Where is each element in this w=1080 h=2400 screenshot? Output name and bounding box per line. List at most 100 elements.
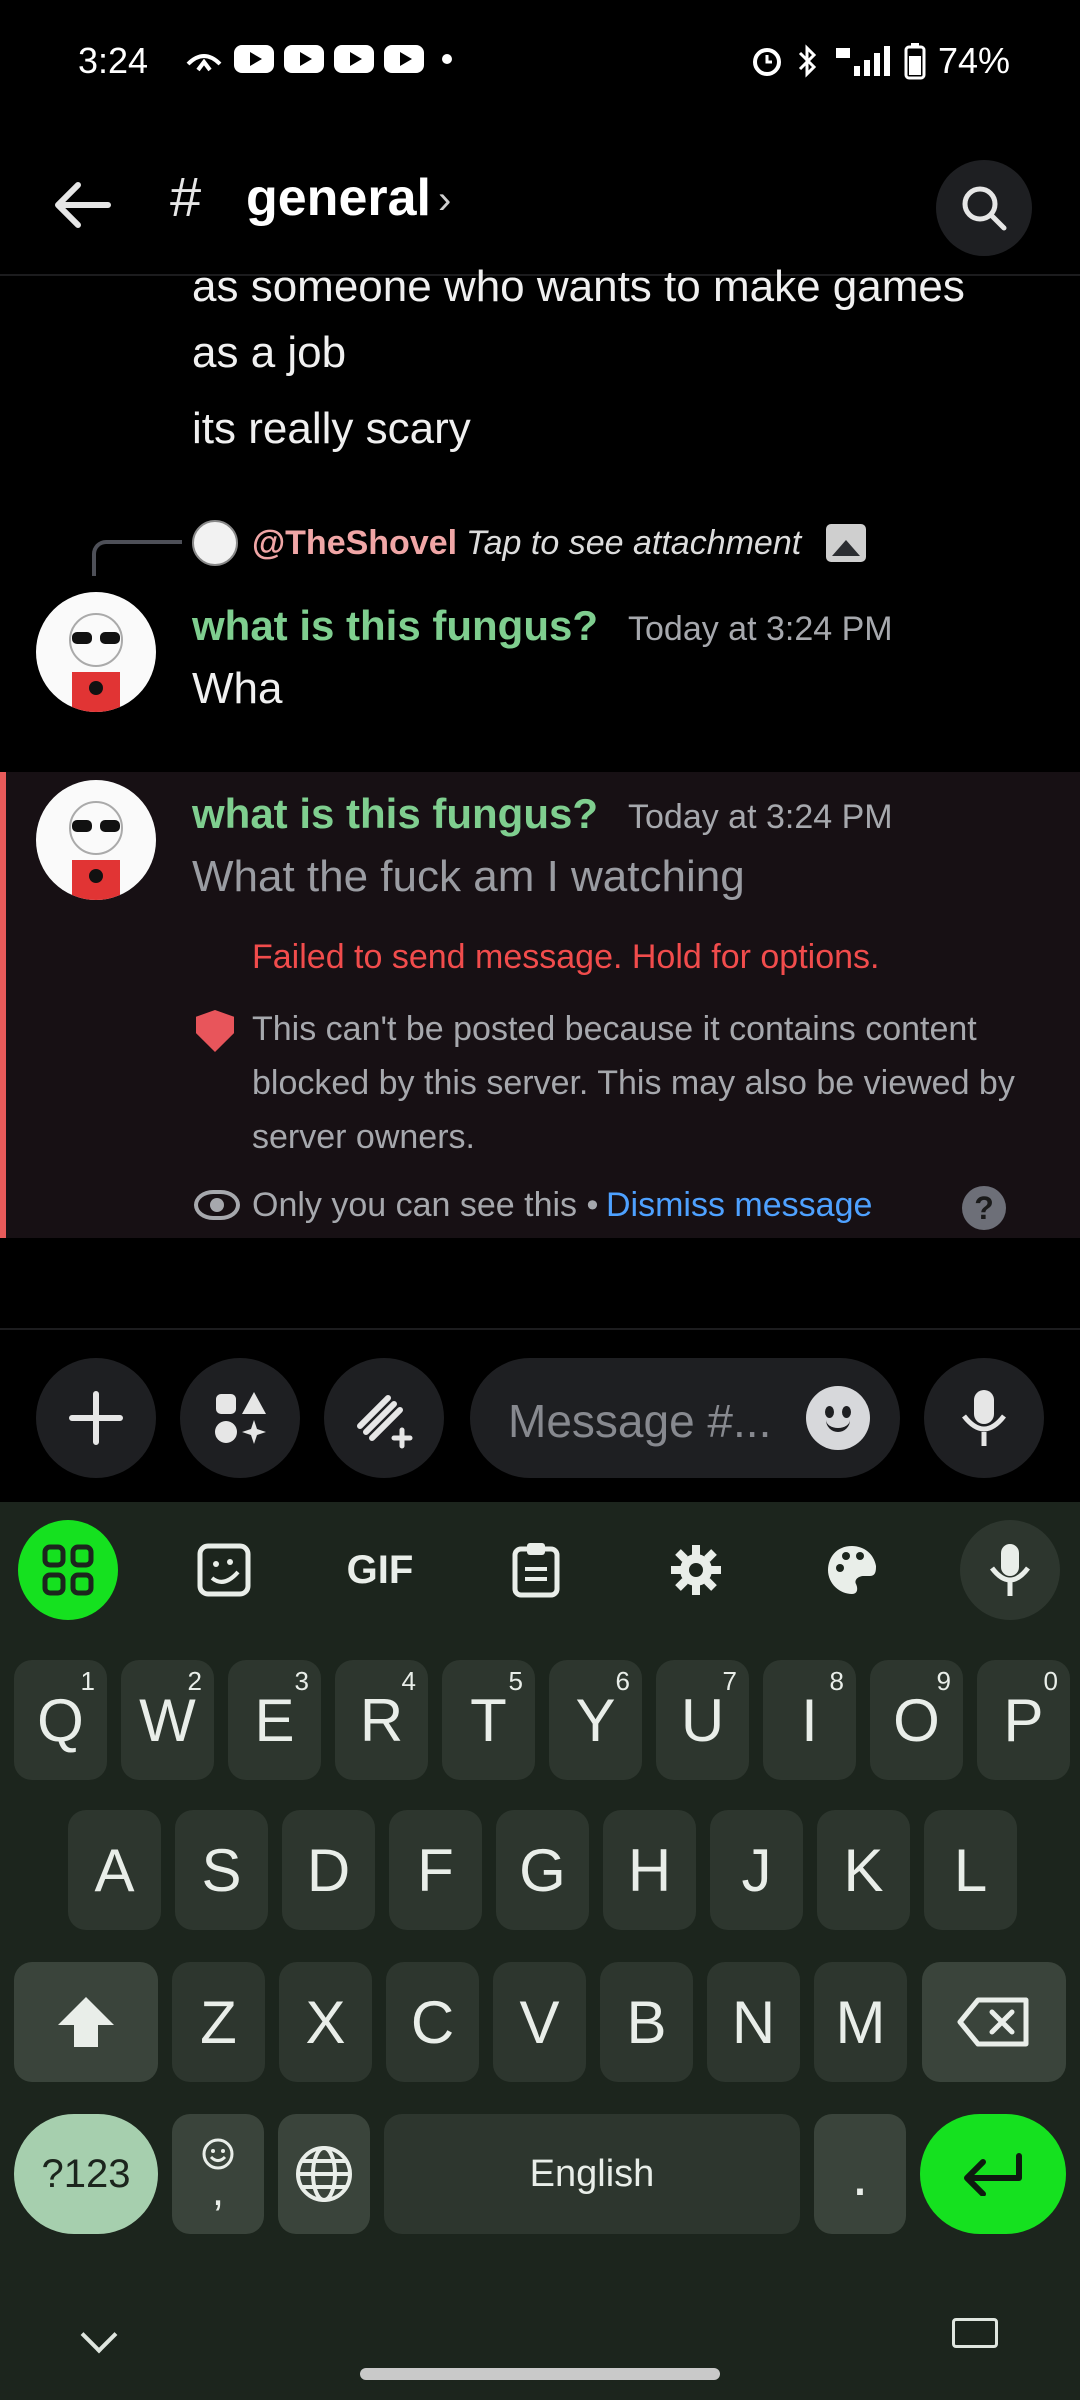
failed-send-text[interactable]: Failed to send message. Hold for options…	[252, 938, 879, 977]
space-key[interactable]: English	[384, 2114, 800, 2234]
comma-label: ,	[211, 2166, 225, 2215]
backspace-key[interactable]	[922, 1962, 1066, 2082]
key-b[interactable]: B	[600, 1962, 693, 2082]
keyboard: G I F	[0, 1502, 1080, 2400]
globe-icon	[296, 2146, 352, 2202]
key-label: Q	[37, 1686, 84, 1754]
key-h[interactable]: H	[603, 1810, 696, 1930]
reply-avatar	[192, 520, 238, 566]
grid-icon	[42, 1544, 94, 1596]
key-label: F	[417, 1836, 454, 1904]
key-s[interactable]: S	[175, 1810, 268, 1930]
clipboard-button[interactable]	[486, 1520, 586, 1620]
key-a[interactable]: A	[68, 1810, 161, 1930]
key-label: M	[835, 1988, 886, 2056]
sticker-button[interactable]	[174, 1520, 274, 1620]
key-f[interactable]: F	[389, 1810, 482, 1930]
palette-icon	[828, 1546, 876, 1594]
reply-connector	[92, 540, 182, 576]
add-attachment-button[interactable]	[36, 1358, 156, 1478]
key-r[interactable]: R4	[335, 1660, 428, 1780]
key-label: K	[843, 1836, 884, 1904]
key-t[interactable]: T5	[442, 1660, 535, 1780]
signal-icon	[835, 46, 890, 76]
reply-username[interactable]: @TheShovel	[252, 524, 457, 563]
key-g[interactable]: G	[496, 1810, 589, 1930]
key-n[interactable]: N	[707, 1962, 800, 2082]
key-z[interactable]: Z	[172, 1962, 265, 2082]
key-hint: 0	[1043, 1666, 1058, 1696]
message-line: as someone who wants to make games	[192, 262, 965, 311]
symbols-key[interactable]: ?123	[14, 2114, 158, 2234]
search-button[interactable]	[936, 160, 1032, 256]
shift-key[interactable]	[14, 1962, 158, 2082]
settings-button[interactable]	[646, 1520, 746, 1620]
key-hint: 8	[829, 1666, 844, 1696]
key-label: P	[1003, 1686, 1044, 1754]
enter-key[interactable]	[920, 2114, 1066, 2234]
blocked-content-notice: This can't be posted because it contains…	[252, 1010, 1015, 1156]
key-j[interactable]: J	[710, 1810, 803, 1930]
message-author[interactable]: what is this fungus?	[192, 790, 598, 838]
key-y[interactable]: Y6	[549, 1660, 642, 1780]
key-label: E	[254, 1686, 295, 1754]
dismiss-message-link[interactable]: Dismiss message	[606, 1186, 872, 1225]
key-m[interactable]: M	[814, 1962, 907, 2082]
chevron-right-icon[interactable]: ›	[438, 178, 451, 223]
key-k[interactable]: K	[817, 1810, 910, 1930]
activities-button[interactable]	[324, 1358, 444, 1478]
eye-icon	[194, 1190, 240, 1220]
gif-button[interactable]: GIF	[330, 1520, 430, 1620]
key-o[interactable]: O9	[870, 1660, 963, 1780]
reply-attachment-text[interactable]: Tap to see attachment	[466, 524, 801, 563]
period-key[interactable]: .	[814, 2114, 906, 2234]
key-p[interactable]: P0	[977, 1660, 1070, 1780]
key-hint: 3	[294, 1666, 309, 1696]
help-icon[interactable]: ?	[962, 1186, 1006, 1230]
message-timestamp: Today at 3:24 PM	[628, 798, 893, 836]
key-label: N	[731, 1988, 776, 2056]
sticker-icon	[197, 1543, 251, 1597]
emoji-button[interactable]	[806, 1386, 870, 1450]
apps-button[interactable]	[180, 1358, 300, 1478]
key-c[interactable]: C	[386, 1962, 479, 2082]
keyboard-apps-button[interactable]	[18, 1520, 118, 1620]
message-input[interactable]: Message #...	[470, 1358, 900, 1478]
plus-icon	[69, 1391, 123, 1445]
key-d[interactable]: D	[282, 1810, 375, 1930]
key-label: Z	[200, 1988, 237, 2056]
key-label: S	[201, 1836, 242, 1904]
key-e[interactable]: E3	[228, 1660, 321, 1780]
missed-call-icon	[186, 54, 222, 72]
emoji-comma-key[interactable]: ,	[172, 2114, 264, 2234]
voice-input-button[interactable]	[960, 1520, 1060, 1620]
message-text: Wha	[192, 664, 283, 713]
key-v[interactable]: V	[493, 1962, 586, 2082]
key-l[interactable]: L	[924, 1810, 1017, 1930]
youtube-icon	[334, 45, 374, 73]
channel-name[interactable]: general	[246, 168, 431, 228]
key-label: D	[306, 1836, 351, 1904]
language-key[interactable]	[278, 2114, 370, 2234]
youtube-icon	[384, 45, 424, 73]
key-w[interactable]: W2	[121, 1660, 214, 1780]
key-label: Y	[575, 1686, 616, 1754]
back-button[interactable]	[48, 170, 118, 240]
keyboard-switch-icon[interactable]	[952, 2318, 998, 2348]
key-label: U	[680, 1686, 725, 1754]
battery-icon	[904, 43, 926, 80]
avatar[interactable]	[36, 592, 156, 712]
key-u[interactable]: U7	[656, 1660, 749, 1780]
key-i[interactable]: I8	[763, 1660, 856, 1780]
key-q[interactable]: Q1	[14, 1660, 107, 1780]
message-text: What the fuck am I watching	[192, 852, 745, 901]
theme-button[interactable]	[802, 1520, 902, 1620]
key-x[interactable]: X	[279, 1962, 372, 2082]
avatar[interactable]	[36, 780, 156, 900]
youtube-icon	[284, 45, 324, 73]
back-arrow-icon	[55, 182, 111, 228]
voice-message-button[interactable]	[924, 1358, 1044, 1478]
key-hint: 1	[80, 1666, 95, 1696]
home-indicator[interactable]	[360, 2368, 720, 2380]
message-author[interactable]: what is this fungus?	[192, 602, 598, 650]
